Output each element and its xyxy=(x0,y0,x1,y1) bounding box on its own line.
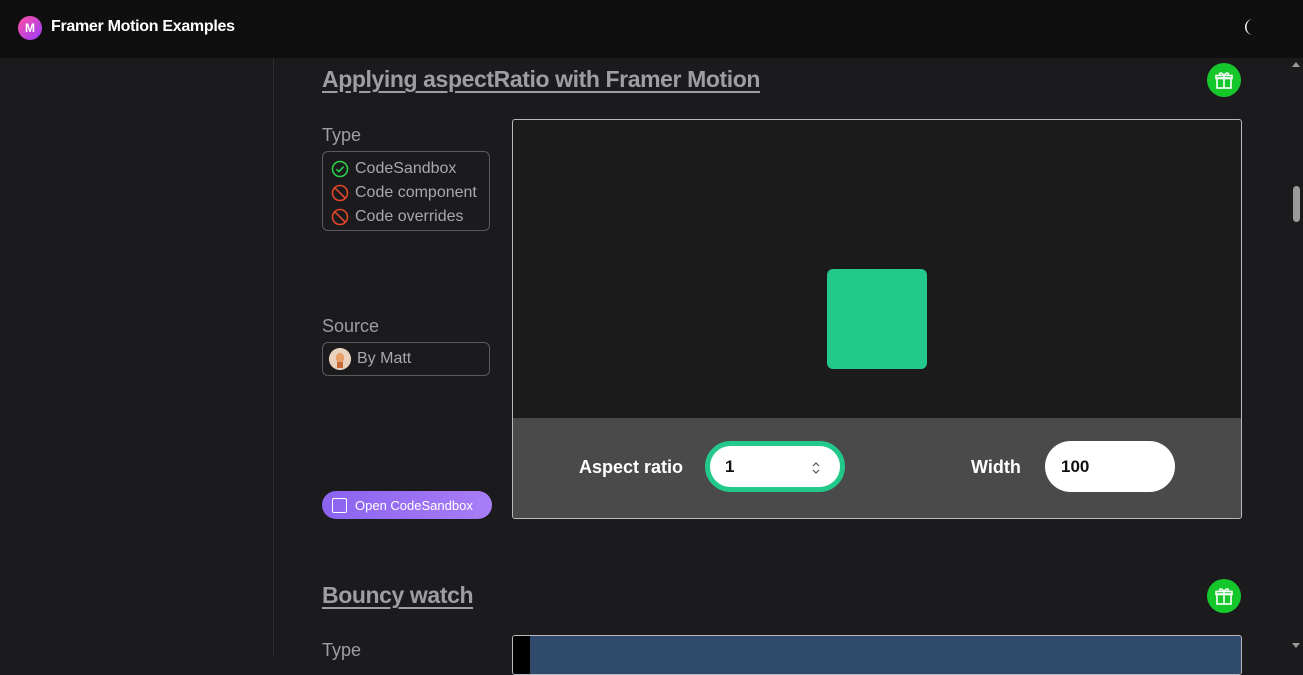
sidebar xyxy=(0,58,274,657)
avatar-icon xyxy=(329,348,351,370)
width-input[interactable]: 100 xyxy=(1045,441,1175,492)
type-item-label: Code component xyxy=(355,184,477,201)
demo-preview-edge xyxy=(513,636,530,674)
type-item-code-component: Code component xyxy=(331,181,489,205)
animated-box xyxy=(827,269,927,369)
moon-icon[interactable] xyxy=(1240,17,1260,37)
aspect-ratio-label: Aspect ratio xyxy=(579,457,684,477)
scroll-down-arrow-icon[interactable] xyxy=(1292,643,1300,648)
width-value: 100 xyxy=(1061,456,1090,476)
scrollbar-thumb[interactable] xyxy=(1293,186,1300,222)
gift-glyph-icon xyxy=(1215,588,1233,605)
open-codesandbox-label: Open CodeSandbox xyxy=(355,497,473,513)
type-item-label: CodeSandbox xyxy=(355,160,457,177)
source-author[interactable]: By Matt xyxy=(322,342,490,376)
type-label: Type xyxy=(322,125,362,145)
source-name: By Matt xyxy=(357,350,412,367)
check-circle-icon xyxy=(331,160,349,178)
aspect-ratio-value: 1 xyxy=(725,456,735,476)
width-label: Width xyxy=(971,457,1021,477)
gift-glyph-icon xyxy=(1215,72,1233,89)
scrollbar-track[interactable] xyxy=(1289,58,1303,657)
gift-icon[interactable] xyxy=(1207,579,1241,613)
demo-preview xyxy=(512,635,1242,675)
open-codesandbox-button[interactable]: Open CodeSandbox xyxy=(322,491,492,519)
codesandbox-icon xyxy=(332,497,347,513)
type-item-code-overrides: Code overrides xyxy=(331,205,489,229)
type-list: CodeSandbox Code component Code override… xyxy=(322,151,490,231)
example-title[interactable]: Bouncy watch xyxy=(322,582,474,609)
example-title[interactable]: Applying aspectRatio with Framer Motion xyxy=(322,66,760,93)
type-item-label: Code overrides xyxy=(355,208,464,225)
type-item-codesandbox: CodeSandbox xyxy=(331,157,489,181)
logo-icon[interactable]: M xyxy=(18,16,42,40)
gift-icon[interactable] xyxy=(1207,63,1241,97)
demo-preview: Aspect ratio 1 Width 100 xyxy=(512,119,1242,519)
scroll-up-arrow-icon[interactable] xyxy=(1292,62,1300,67)
avatar xyxy=(329,348,351,370)
blocked-icon xyxy=(331,208,349,226)
aspect-ratio-input[interactable]: 1 xyxy=(705,441,845,492)
top-bar: M Framer Motion Examples xyxy=(0,0,1303,58)
logo-letter: M xyxy=(25,21,35,35)
site-title[interactable]: Framer Motion Examples xyxy=(51,18,235,36)
source-label: Source xyxy=(322,316,380,336)
number-spinner-icon[interactable] xyxy=(812,460,820,476)
blocked-icon xyxy=(331,184,349,202)
type-label: Type xyxy=(322,640,362,660)
demo-controls: Aspect ratio 1 Width 100 xyxy=(513,418,1241,518)
